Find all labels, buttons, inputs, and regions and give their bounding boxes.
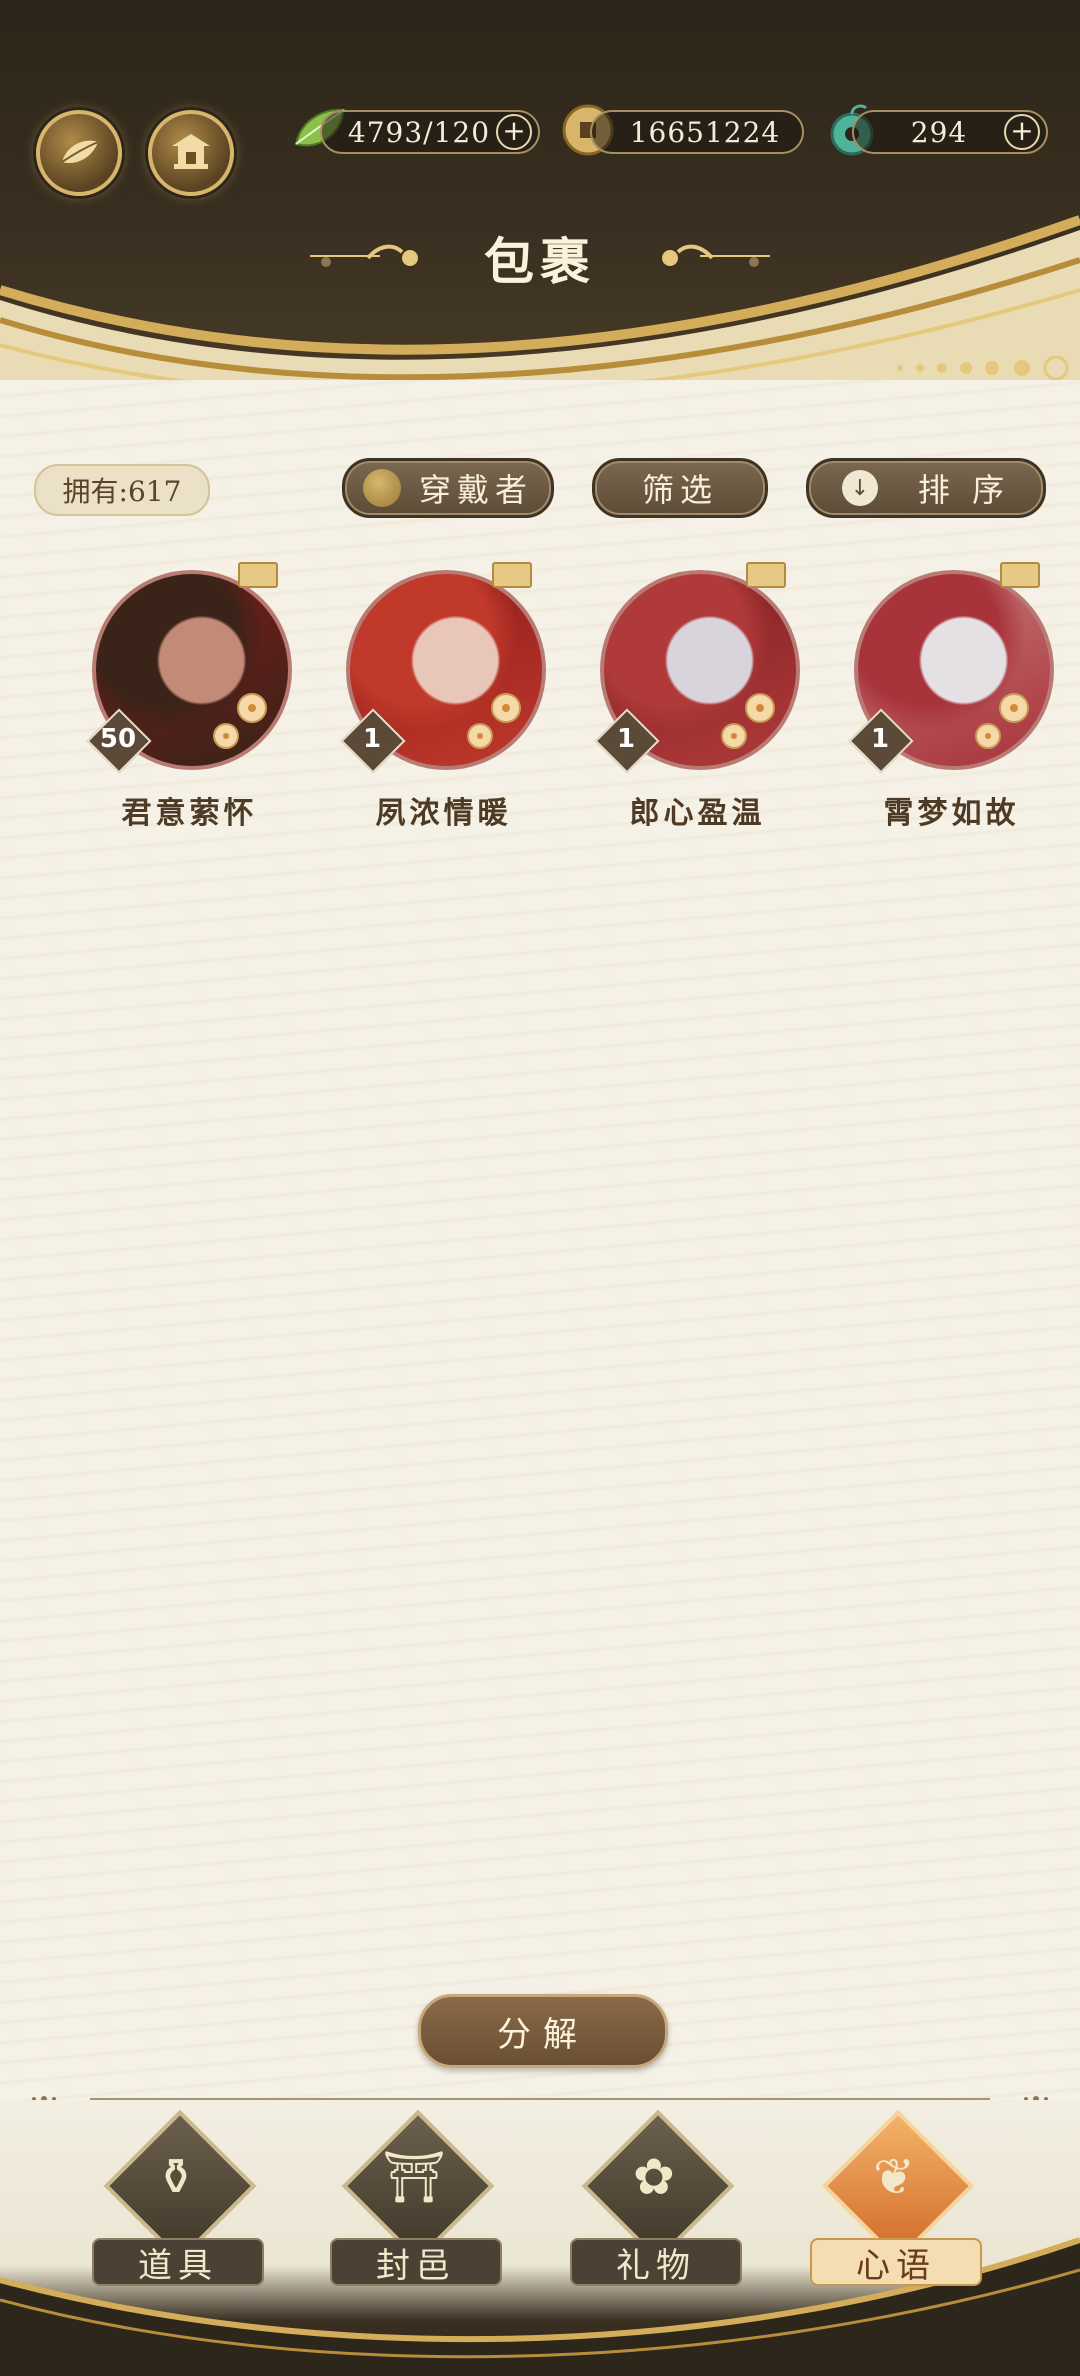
wearer-icon bbox=[362, 469, 401, 507]
tag-icon bbox=[492, 562, 532, 588]
tab-icon: ❦ bbox=[873, 2148, 915, 2206]
flower-decoration-icon bbox=[975, 693, 1029, 749]
tag-icon bbox=[1000, 562, 1040, 588]
item-count: 1 bbox=[362, 724, 382, 754]
tab-heartwords[interactable]: ❦ 心语 bbox=[804, 2109, 984, 2290]
item-card[interactable]: 1 霄梦如故 bbox=[848, 562, 1054, 831]
leaf-emblem-button[interactable] bbox=[36, 110, 122, 196]
wearer-button[interactable]: 穿戴者 bbox=[342, 458, 554, 518]
add-jade-button[interactable]: + bbox=[1004, 114, 1040, 150]
pavilion-icon bbox=[172, 134, 210, 169]
tab-gifts[interactable]: ✿ 礼物 bbox=[564, 2109, 744, 2290]
header-decoration bbox=[0, 215, 1080, 420]
item-card[interactable]: 1 郎心盈温 bbox=[594, 562, 800, 831]
item-card[interactable]: 1 夙浓情暖 bbox=[340, 562, 546, 831]
tab-icon: ⛩ bbox=[382, 2148, 446, 2206]
filter-label: 筛选 bbox=[641, 471, 718, 509]
flower-decoration-icon bbox=[721, 693, 775, 749]
jade-value: 294 bbox=[910, 115, 968, 149]
add-stamina-button[interactable]: + bbox=[496, 114, 532, 150]
filter-button[interactable]: 筛选 bbox=[592, 458, 768, 518]
item-count: 1 bbox=[616, 724, 636, 754]
page-title: 包裹 bbox=[484, 232, 596, 291]
decompose-label: 分解 bbox=[497, 2014, 589, 2055]
tab-items[interactable]: ⚱ 道具 bbox=[86, 2109, 266, 2290]
tab-fief[interactable]: ⛩ 封邑 bbox=[324, 2109, 504, 2290]
tab-label: 道具 bbox=[92, 2238, 264, 2286]
top-header: 4793/120 + 16651224 294 + 包裹 bbox=[0, 0, 1080, 420]
wearer-label: 穿戴者 bbox=[418, 471, 533, 509]
title-ornament-right bbox=[662, 244, 770, 267]
sort-arrow-icon: ↓ bbox=[841, 470, 878, 506]
stamina-counter: 4793/120 + bbox=[320, 110, 540, 154]
tab-label: 心语 bbox=[810, 2238, 982, 2286]
tab-label: 封邑 bbox=[330, 2238, 502, 2286]
decompose-button[interactable]: 分解 bbox=[418, 1994, 668, 2068]
tag-icon bbox=[746, 562, 786, 588]
tag-icon bbox=[238, 562, 278, 588]
flower-decoration-icon bbox=[467, 693, 521, 749]
item-name: 霄梦如故 bbox=[883, 796, 1020, 831]
jade-counter: 294 + bbox=[852, 110, 1048, 154]
stamina-value: 4793/120 bbox=[347, 115, 491, 149]
item-count: 1 bbox=[870, 724, 890, 754]
item-name: 君意萦怀 bbox=[121, 796, 258, 831]
item-name: 郎心盈温 bbox=[629, 796, 766, 831]
tab-icon: ⚱ bbox=[155, 2148, 197, 2206]
tab-icon: ✿ bbox=[633, 2148, 675, 2206]
coin-value: 16651224 bbox=[629, 115, 781, 149]
sort-button[interactable]: ↓ 排 序 bbox=[806, 458, 1046, 518]
item-name: 夙浓情暖 bbox=[375, 796, 512, 831]
coin-counter: 16651224 bbox=[590, 110, 804, 154]
sort-label: 排 序 bbox=[917, 471, 1011, 509]
tab-label: 礼物 bbox=[570, 2238, 742, 2286]
pavilion-button[interactable] bbox=[148, 110, 234, 196]
item-count: 50 bbox=[99, 724, 137, 754]
leaf-emblem-icon bbox=[61, 140, 99, 164]
item-card[interactable]: 50 君意萦怀 bbox=[86, 562, 292, 831]
owned-count: 拥有:617 bbox=[34, 464, 210, 516]
flower-decoration-icon bbox=[213, 693, 267, 749]
